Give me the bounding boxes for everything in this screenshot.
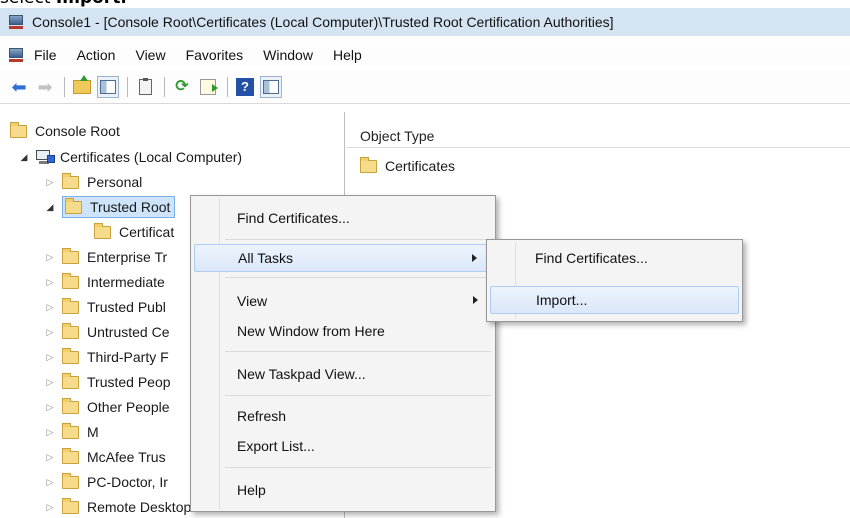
expand-triangle-icon[interactable]: ▷ [44, 477, 56, 488]
menu-item-view[interactable]: View [194, 287, 492, 315]
window-title: Console1 - [Console Root\Certificates (L… [32, 14, 614, 30]
folder-icon [94, 222, 111, 239]
tree-item-personal[interactable]: ▷ Personal [44, 171, 142, 193]
folder-icon [62, 422, 79, 439]
folder-icon [62, 372, 79, 389]
tree-selection[interactable]: Trusted Root [62, 196, 176, 218]
expand-triangle-icon[interactable]: ▷ [44, 177, 56, 188]
folder-icon [62, 272, 79, 289]
folder-icon [62, 172, 79, 189]
menu-separator [225, 277, 491, 278]
menu-item-find-certificates[interactable]: Find Certificates... [194, 204, 492, 232]
toolbar: ⬅ ➡ ⟳ ? [0, 70, 850, 104]
folder-icon [62, 472, 79, 489]
certificates-computer-icon [36, 149, 55, 165]
menu-window[interactable]: Window [263, 47, 313, 63]
help-icon[interactable]: ? [234, 76, 256, 98]
toolbar-separator [227, 76, 228, 97]
expand-triangle-icon[interactable]: ▷ [44, 427, 56, 438]
tree-item-certificates-local-computer[interactable]: ◢ Certificates (Local Computer) [18, 146, 243, 168]
submenu-arrow-icon [473, 296, 478, 304]
menu-item-new-taskpad-view[interactable]: New Taskpad View... [194, 360, 492, 388]
toolbar-separator [64, 76, 65, 97]
folder-icon [65, 197, 82, 214]
toolbar-separator [164, 76, 165, 97]
expand-triangle-icon[interactable]: ▷ [44, 302, 56, 313]
folder-icon [62, 247, 79, 264]
expand-triangle-icon[interactable]: ▷ [44, 277, 56, 288]
tree-item-enterprise-trust[interactable]: ▷ Enterprise Tr [44, 246, 167, 268]
tree-item-console-root[interactable]: Console Root [10, 120, 120, 142]
folder-icon [360, 156, 377, 173]
forward-arrow-icon[interactable]: ➡ [34, 76, 56, 98]
list-item-certificates[interactable]: Certificates [360, 154, 455, 178]
collapse-triangle-icon[interactable]: ◢ [18, 152, 30, 163]
expand-triangle-icon[interactable]: ▷ [44, 252, 56, 263]
tree-item-remote-desktop[interactable]: ▷ Remote Desktop [44, 496, 191, 518]
tree-item-intermediate[interactable]: ▷ Intermediate [44, 271, 165, 293]
menu-help[interactable]: Help [333, 47, 362, 63]
menu-separator [225, 351, 491, 352]
show-hide-console-tree-icon[interactable] [97, 75, 119, 98]
folder-icon [62, 397, 79, 414]
tree-item-other-people[interactable]: ▷ Other People [44, 396, 170, 418]
menu-item-refresh[interactable]: Refresh [194, 402, 492, 430]
submenu-item-import[interactable]: Import... [490, 286, 739, 314]
folder-icon [62, 447, 79, 464]
properties-icon[interactable] [134, 76, 156, 98]
menu-action[interactable]: Action [77, 47, 116, 63]
folder-icon [10, 121, 27, 138]
menu-view[interactable]: View [135, 47, 165, 63]
menu-separator [225, 395, 491, 396]
tree-item-trusted-root[interactable]: ◢ Trusted Root [44, 196, 176, 218]
menu-bar: File Action View Favorites Window Help [0, 42, 850, 68]
all-tasks-submenu: Find Certificates... Import... [486, 239, 743, 322]
tree-item-third-party[interactable]: ▷ Third-Party F [44, 346, 169, 368]
instruction-caption: select Import. [0, 0, 127, 8]
toolbar-separator [127, 76, 128, 97]
expand-triangle-icon[interactable]: ▷ [44, 352, 56, 363]
tree-item-trusted-people[interactable]: ▷ Trusted Peop [44, 371, 171, 393]
tree-item-m[interactable]: ▷ M [44, 421, 99, 443]
collapse-triangle-icon[interactable]: ◢ [44, 202, 56, 213]
context-menu: Find Certificates... All Tasks View New … [190, 195, 496, 512]
folder-icon [62, 297, 79, 314]
tree-item-untrusted-certificates[interactable]: ▷ Untrusted Ce [44, 321, 169, 343]
menu-separator [225, 239, 491, 240]
mmc-system-menu-icon[interactable] [8, 47, 24, 63]
tree-item-mcafee[interactable]: ▷ McAfee Trus [44, 446, 166, 468]
menu-file[interactable]: File [34, 47, 57, 63]
export-list-icon[interactable] [197, 76, 219, 98]
folder-icon [62, 347, 79, 364]
expand-triangle-icon[interactable]: ▷ [44, 502, 56, 513]
menu-separator [225, 467, 491, 468]
folder-icon [62, 322, 79, 339]
back-arrow-icon[interactable]: ⬅ [8, 76, 30, 98]
expand-triangle-icon[interactable]: ▷ [44, 402, 56, 413]
mmc-console-icon [8, 14, 24, 30]
window-titlebar: Console1 - [Console Root\Certificates (L… [0, 8, 850, 36]
tree-item-pc-doctor[interactable]: ▷ PC-Doctor, Ir [44, 471, 168, 493]
menu-item-all-tasks[interactable]: All Tasks [194, 244, 492, 272]
submenu-item-find-certificates[interactable]: Find Certificates... [490, 244, 739, 272]
up-folder-icon[interactable] [71, 74, 93, 98]
menu-item-help[interactable]: Help [194, 476, 492, 504]
menu-item-new-window-from-here[interactable]: New Window from Here [194, 317, 492, 345]
tree-item-trusted-publishers[interactable]: ▷ Trusted Publ [44, 296, 166, 318]
submenu-arrow-icon [472, 254, 477, 262]
refresh-icon[interactable]: ⟳ [171, 76, 193, 98]
menu-favorites[interactable]: Favorites [186, 47, 244, 63]
column-header-object-type[interactable]: Object Type [346, 124, 850, 148]
tree-item-certificates-child[interactable]: Certificat [94, 221, 174, 243]
expand-triangle-icon[interactable]: ▷ [44, 327, 56, 338]
folder-icon [62, 497, 79, 514]
menu-item-export-list[interactable]: Export List... [194, 432, 492, 460]
expand-triangle-icon[interactable]: ▷ [44, 452, 56, 463]
show-hide-action-pane-icon[interactable] [260, 75, 282, 98]
expand-triangle-icon[interactable]: ▷ [44, 377, 56, 388]
